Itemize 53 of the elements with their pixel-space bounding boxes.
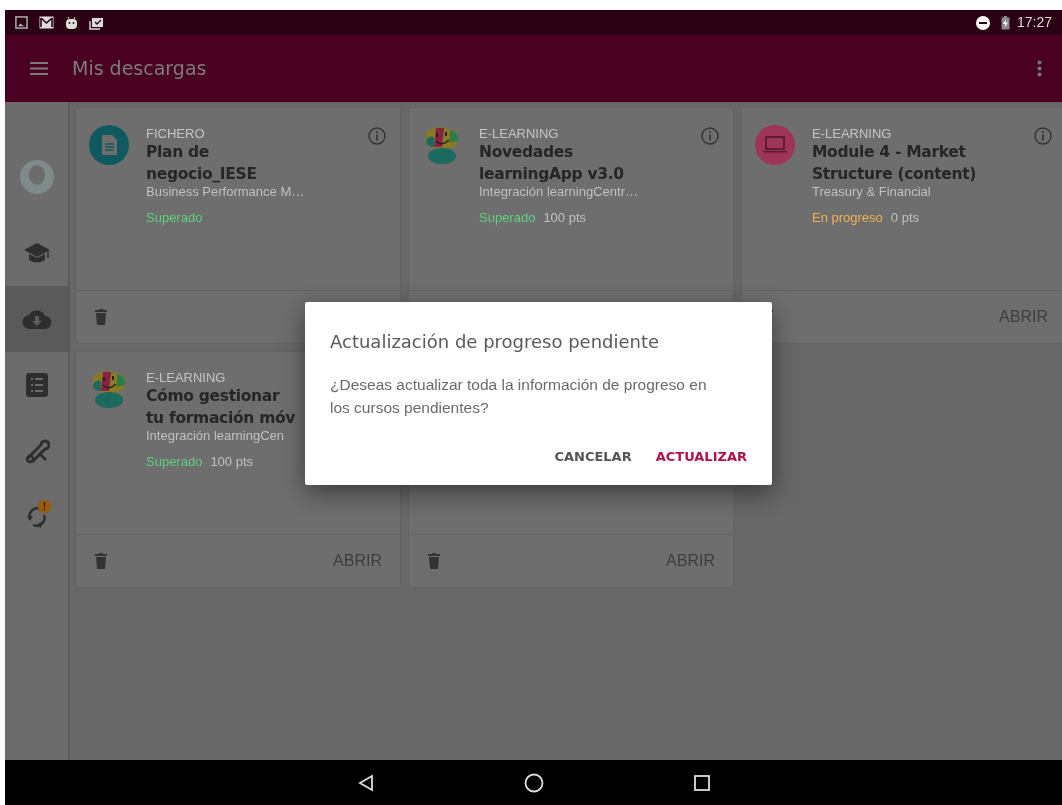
avatar-icon bbox=[19, 160, 54, 194]
alert-badge: ! bbox=[38, 500, 51, 513]
points-label: 100 pts bbox=[543, 209, 587, 227]
card-title: Plan de negocio_IESE bbox=[146, 142, 257, 185]
document-icon bbox=[89, 125, 129, 165]
dialog-message: ¿Deseas actualizar toda la información de progreso en los cursos pendientes? bbox=[330, 375, 708, 418]
sync-icon bbox=[24, 505, 49, 529]
cancel-button[interactable]: CANCELAR bbox=[554, 447, 632, 467]
sidebar-item[interactable]: ! bbox=[5, 484, 68, 550]
do-not-disturb-icon bbox=[975, 15, 990, 30]
card-subtitle: Business Performance M… bbox=[146, 185, 305, 199]
menu-icon[interactable] bbox=[30, 62, 48, 75]
category-label: E-LEARNING bbox=[812, 126, 892, 141]
card-title: Novedades learningApp v3.0 bbox=[479, 142, 624, 185]
status-label: En progreso bbox=[812, 209, 883, 227]
card-title: Cómo gestionar tu formación móv bbox=[146, 386, 296, 429]
more-options-icon[interactable] bbox=[1037, 60, 1042, 77]
card-subtitle: Integración learningCen bbox=[146, 429, 285, 443]
trash-icon[interactable] bbox=[95, 553, 107, 569]
status-label: Superado bbox=[479, 209, 536, 227]
dialog-title: Actualización de progreso pendiente bbox=[330, 330, 661, 354]
clock: 17:27 bbox=[1016, 13, 1052, 32]
update-button[interactable]: ACTUALIZAR bbox=[655, 447, 747, 467]
trash-icon[interactable] bbox=[95, 309, 107, 325]
list-icon bbox=[25, 373, 48, 397]
category-label: E-LEARNING bbox=[146, 370, 226, 385]
category-label: E-LEARNING bbox=[479, 126, 559, 141]
mail-icon bbox=[39, 16, 54, 29]
back-icon[interactable] bbox=[357, 773, 374, 792]
cloud-download-icon bbox=[21, 308, 52, 330]
info-icon[interactable] bbox=[368, 127, 386, 145]
card-subtitle: Integración learningCentr… bbox=[479, 185, 638, 199]
status-label: Superado bbox=[146, 209, 203, 227]
trash-icon[interactable] bbox=[428, 553, 440, 569]
certificate-icon bbox=[23, 438, 50, 464]
status-label: Superado bbox=[146, 453, 203, 471]
graduation-cap-icon bbox=[22, 241, 51, 265]
clipboard-check-icon bbox=[89, 15, 104, 30]
points-label: 0 pts bbox=[890, 209, 919, 227]
card-title: Module 4 - Market Structure (content) bbox=[812, 142, 977, 185]
card-subtitle: Treasury & Financial bbox=[812, 185, 931, 199]
android-icon bbox=[65, 15, 78, 30]
image-icon bbox=[15, 16, 28, 29]
page-title: Mis descargas bbox=[72, 56, 207, 82]
home-icon[interactable] bbox=[523, 772, 544, 793]
info-icon[interactable] bbox=[1034, 127, 1052, 145]
info-icon[interactable] bbox=[701, 127, 719, 145]
sidebar-item[interactable] bbox=[5, 286, 68, 352]
category-label: FICHERO bbox=[146, 126, 205, 141]
laptop-icon bbox=[755, 125, 795, 165]
recents-icon[interactable] bbox=[693, 774, 710, 791]
battery-charging-icon bbox=[1000, 15, 1010, 30]
points-label: 100 pts bbox=[210, 453, 254, 471]
